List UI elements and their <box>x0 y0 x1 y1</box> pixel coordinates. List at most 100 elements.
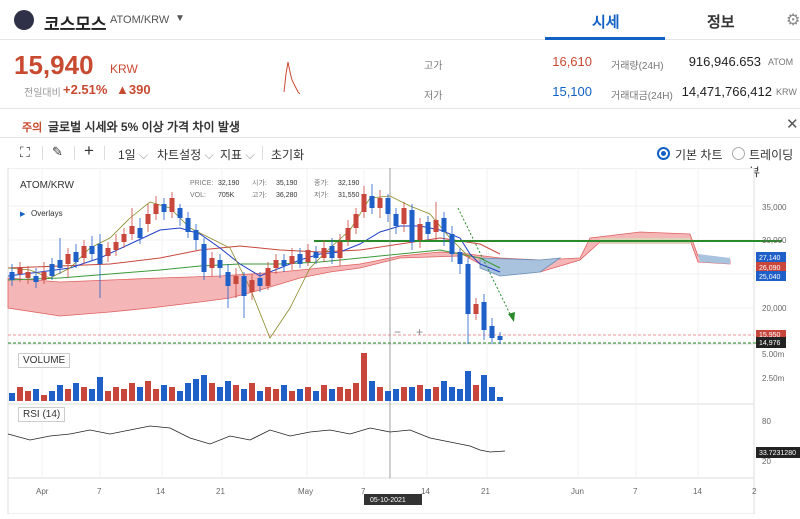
candle <box>169 198 175 212</box>
candle <box>257 278 263 286</box>
chevron-down-icon: ⌵ <box>204 148 214 162</box>
price-badge: 14,976 <box>759 340 781 347</box>
candle <box>289 256 295 264</box>
notice-text: 글로벌 시세와 5% 이상 가격 차이 발생 <box>48 120 240 134</box>
price-chart-svg[interactable]: 35,000 30,000 20,000 5.00m 2.50m 80 20 2… <box>0 167 800 515</box>
coin-dropdown-icon[interactable]: ▼ <box>175 13 185 24</box>
candle <box>441 218 447 232</box>
ohlc-value: 31,550 <box>338 192 360 199</box>
volume-bar <box>401 387 407 401</box>
basic-chart-label[interactable]: 기본 차트 <box>675 146 723 163</box>
candle <box>97 244 103 264</box>
value-label: 거래대금(24H) <box>611 91 673 102</box>
candle <box>473 304 479 314</box>
candle <box>489 326 495 338</box>
pencil-icon[interactable]: ✎ <box>52 144 63 160</box>
candle <box>241 276 247 296</box>
divider <box>0 137 800 138</box>
candle <box>25 272 31 278</box>
active-tab-indicator <box>545 37 665 40</box>
candle <box>57 260 63 268</box>
volume-bar <box>145 381 151 401</box>
x-tick: 21 <box>481 487 490 496</box>
y-tick: 20,000 <box>762 304 787 313</box>
zoom-in-button[interactable]: + <box>416 325 423 339</box>
overlays-toggle-icon[interactable]: ▶ <box>20 211 26 218</box>
volume-bar <box>105 391 111 401</box>
x-tick: 2 <box>752 487 757 496</box>
volume-bar <box>313 391 319 401</box>
rsi-tick: 20 <box>762 457 771 466</box>
candle <box>249 280 255 292</box>
basic-chart-radio[interactable] <box>657 147 670 160</box>
volume-bar <box>249 383 255 401</box>
low-label: 저가 <box>424 91 443 102</box>
reset-button[interactable]: 초기화 <box>271 146 304 163</box>
candle <box>129 226 135 234</box>
separator <box>42 146 43 160</box>
tab-info[interactable]: 정보 <box>707 11 735 32</box>
close-icon[interactable]: ✕ <box>786 115 799 133</box>
volume-bar <box>417 385 423 401</box>
volume-bar <box>273 389 279 401</box>
separator <box>262 146 263 160</box>
gear-icon[interactable]: ⚙ <box>786 10 800 30</box>
candle <box>401 208 407 224</box>
volume-bar <box>209 383 215 401</box>
volume-bar <box>137 387 143 401</box>
candle <box>217 260 223 268</box>
candle <box>377 198 383 208</box>
overlays-label[interactable]: Overlays <box>31 209 63 218</box>
fullscreen-icon[interactable]: ⛶ <box>20 144 30 161</box>
volume-bar <box>441 381 447 401</box>
volume-bar <box>65 389 71 401</box>
crosshair-icon[interactable]: + <box>84 141 94 161</box>
chart-area[interactable]: 35,000 30,000 20,000 5.00m 2.50m 80 20 2… <box>0 167 800 515</box>
volume-bar <box>337 387 343 401</box>
volume-bar <box>49 391 55 401</box>
candle <box>209 258 215 268</box>
volume-bar <box>57 385 63 401</box>
candle <box>17 268 23 274</box>
chart-settings-select[interactable]: 차트설정 ⌵ <box>157 146 214 163</box>
price-badge: 26,090 <box>759 265 781 272</box>
volume-bar <box>233 385 239 401</box>
x-tick: 7 <box>633 487 638 496</box>
volume-bar <box>345 389 351 401</box>
volume-bar <box>425 389 431 401</box>
candle <box>345 228 351 240</box>
price-sparkline <box>283 61 301 95</box>
volume-bar <box>201 375 207 401</box>
ohlc-label: 저가: <box>314 190 329 199</box>
ohlc-value: 32,190 <box>338 180 360 187</box>
candle <box>305 250 311 262</box>
current-price: 15,940 <box>14 50 94 80</box>
ohlc-label: PRICE: <box>190 180 213 187</box>
volume-bar <box>81 387 87 401</box>
volume-bar <box>457 389 463 401</box>
price-unit: KRW <box>110 62 138 76</box>
volume-bar <box>297 389 303 401</box>
volume-tick: 2.50m <box>762 374 785 383</box>
interval-select[interactable]: 1일 ⌵ <box>118 146 148 163</box>
volume-bar <box>329 389 335 401</box>
tab-market[interactable]: 시세 <box>592 11 620 32</box>
volume-bar <box>161 385 167 401</box>
high-value: 16,610 <box>552 54 592 69</box>
candle <box>65 254 71 264</box>
volume-bar <box>481 375 487 401</box>
x-tick: 21 <box>216 487 225 496</box>
volume-bar <box>113 387 119 401</box>
candle <box>417 224 423 240</box>
zoom-out-button[interactable]: − <box>394 325 401 339</box>
candle <box>177 208 183 218</box>
x-tick: May <box>298 487 313 496</box>
tradingview-radio[interactable] <box>732 147 745 160</box>
candle <box>449 234 455 254</box>
candle <box>113 242 119 250</box>
top-header: 코스모스 ATOM/KRW ▼ 시세 정보 ⚙ <box>0 0 800 40</box>
volume-bar <box>409 387 415 401</box>
indicators-select[interactable]: 지표 ⌵ <box>220 146 255 163</box>
x-tick: 14 <box>693 487 702 496</box>
chart-pair: ATOM/KRW <box>20 180 74 191</box>
